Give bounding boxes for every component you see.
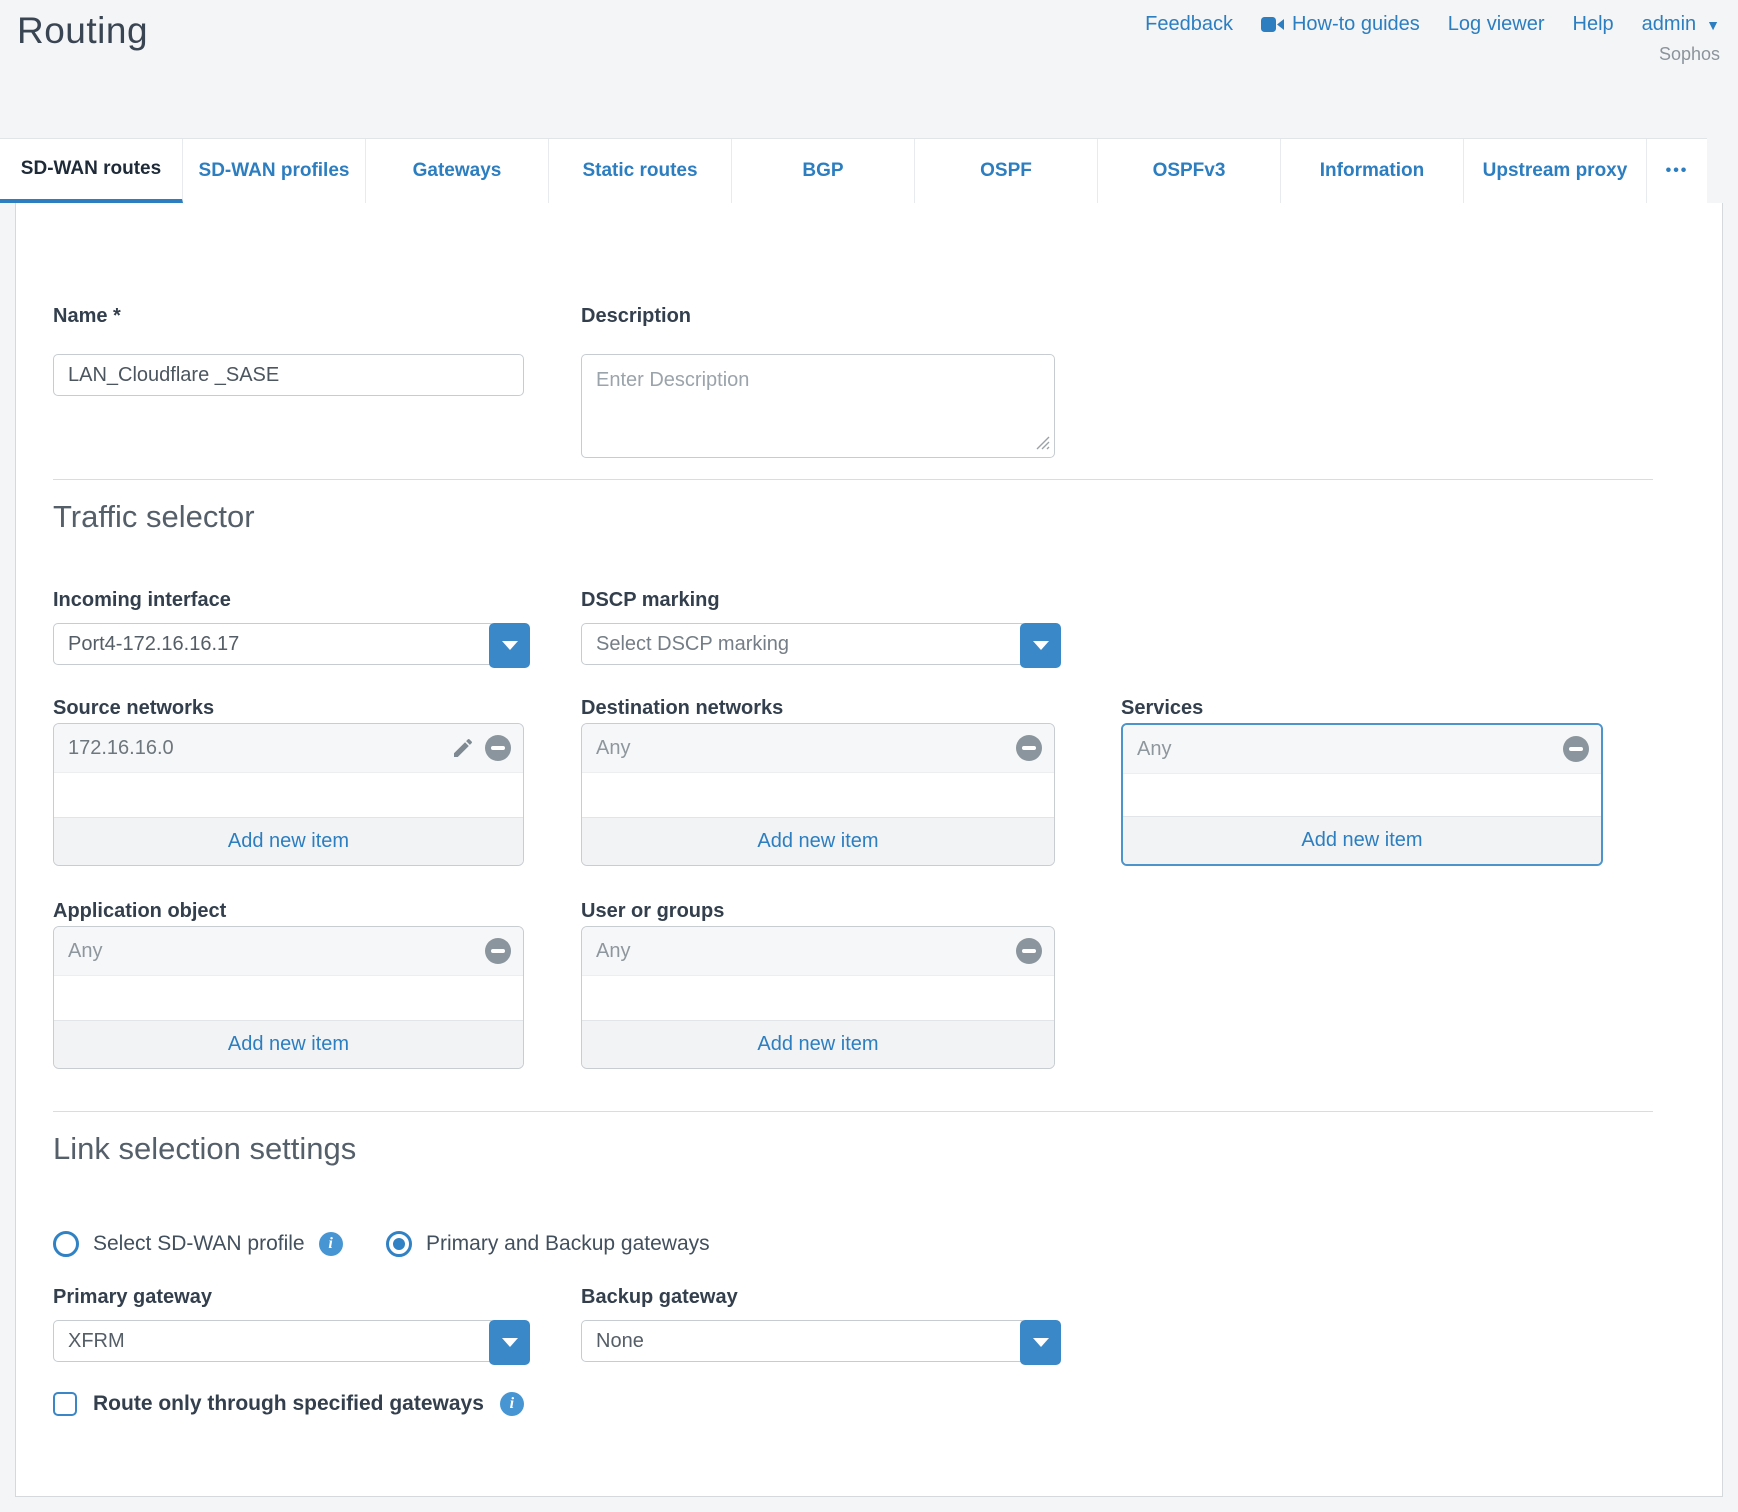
destination-network-value: Any (596, 737, 1016, 760)
video-icon (1261, 17, 1284, 32)
route-only-checkbox[interactable] (53, 1392, 77, 1416)
add-new-item-button[interactable]: Add new item (54, 817, 523, 865)
dscp-marking-label: DSCP marking (581, 589, 720, 612)
page-header: Routing Feedback How-to guides Log viewe… (0, 0, 1738, 138)
edit-icon[interactable] (451, 736, 475, 760)
incoming-interface-dropdown-button[interactable] (489, 623, 530, 668)
list-empty-area (582, 976, 1054, 1020)
source-networks-list: 172.16.16.0 Add new item (53, 723, 524, 866)
feedback-link[interactable]: Feedback (1145, 13, 1233, 36)
chevron-down-icon (1033, 1338, 1049, 1347)
list-empty-area (1123, 774, 1601, 816)
remove-item-icon[interactable] (1016, 735, 1042, 761)
primary-backup-gateways-label: Primary and Backup gateways (426, 1232, 710, 1256)
tab-ospf[interactable]: OSPF (915, 139, 1098, 203)
chevron-down-icon (1033, 641, 1049, 650)
source-networks-label: Source networks (53, 697, 214, 720)
list-empty-area (54, 773, 523, 817)
remove-item-icon[interactable] (1016, 938, 1042, 964)
incoming-interface-select[interactable]: Port4-172.16.16.17 (53, 623, 530, 668)
backup-gateway-value: None (581, 1320, 1026, 1362)
description-input[interactable] (581, 354, 1055, 458)
application-object-label: Application object (53, 900, 226, 923)
tab-more-icon[interactable]: ••• (1647, 139, 1707, 203)
backup-gateway-select[interactable]: None (581, 1320, 1061, 1365)
list-empty-area (54, 976, 523, 1020)
name-input[interactable] (53, 354, 524, 396)
services-list: Any Add new item (1121, 723, 1603, 866)
info-icon[interactable]: i (319, 1232, 343, 1256)
dscp-dropdown-button[interactable] (1020, 623, 1061, 668)
description-label: Description (581, 305, 1055, 328)
name-label: Name * (53, 305, 524, 328)
list-empty-area (582, 773, 1054, 817)
user-or-groups-list: Any Add new item (581, 926, 1055, 1069)
primary-gateway-label: Primary gateway (53, 1286, 212, 1309)
tab-gateways[interactable]: Gateways (366, 139, 549, 203)
source-network-value: 172.16.16.0 (68, 737, 451, 760)
incoming-interface-label: Incoming interface (53, 589, 231, 612)
primary-gateway-select[interactable]: XFRM (53, 1320, 530, 1365)
traffic-selector-heading: Traffic selector (53, 499, 255, 535)
list-item: Any (1123, 725, 1601, 774)
backup-gateway-label: Backup gateway (581, 1286, 738, 1309)
info-icon[interactable]: i (500, 1392, 524, 1416)
section-divider (53, 1111, 1653, 1112)
dscp-marking-select[interactable]: Select DSCP marking (581, 623, 1061, 668)
route-only-label: Route only through specified gateways (93, 1392, 484, 1416)
remove-item-icon[interactable] (485, 735, 511, 761)
add-new-item-button[interactable]: Add new item (54, 1020, 523, 1068)
tab-information[interactable]: Information (1281, 139, 1464, 203)
tab-sd-wan-routes[interactable]: SD-WAN routes (0, 139, 183, 203)
help-link[interactable]: Help (1573, 13, 1614, 36)
list-item: Any (54, 927, 523, 976)
section-divider (53, 479, 1653, 480)
user-or-groups-value: Any (596, 940, 1016, 963)
services-label: Services (1121, 697, 1203, 720)
remove-item-icon[interactable] (485, 938, 511, 964)
tab-ospfv3[interactable]: OSPFv3 (1098, 139, 1281, 203)
add-new-item-button[interactable]: Add new item (1123, 816, 1601, 864)
tab-sd-wan-profiles[interactable]: SD-WAN profiles (183, 139, 366, 203)
select-sdwan-profile-radio[interactable] (53, 1231, 79, 1257)
list-item: 172.16.16.0 (54, 724, 523, 773)
tab-static-routes[interactable]: Static routes (549, 139, 732, 203)
destination-networks-label: Destination networks (581, 697, 783, 720)
page-title: Routing (17, 10, 148, 52)
add-new-item-button[interactable]: Add new item (582, 1020, 1054, 1068)
brand-label: Sophos (1659, 44, 1720, 65)
destination-networks-list: Any Add new item (581, 723, 1055, 866)
tab-bar: SD-WAN routes SD-WAN profiles Gateways S… (0, 138, 1707, 203)
dscp-marking-value: Select DSCP marking (581, 623, 1026, 665)
user-or-groups-label: User or groups (581, 900, 724, 923)
backup-gateway-dropdown-button[interactable] (1020, 1320, 1061, 1365)
route-form-card: Name * Description Traffic selector Inco… (15, 203, 1723, 1497)
incoming-interface-value: Port4-172.16.16.17 (53, 623, 495, 665)
remove-item-icon[interactable] (1563, 736, 1589, 762)
service-value: Any (1137, 738, 1563, 761)
add-new-item-button[interactable]: Add new item (582, 817, 1054, 865)
admin-menu[interactable]: admin ▼ (1642, 13, 1720, 36)
tab-upstream-proxy[interactable]: Upstream proxy (1464, 139, 1647, 203)
primary-gateway-value: XFRM (53, 1320, 495, 1362)
chevron-down-icon (502, 1338, 518, 1347)
log-viewer-link[interactable]: Log viewer (1448, 13, 1545, 36)
application-object-value: Any (68, 940, 485, 963)
tab-bgp[interactable]: BGP (732, 139, 915, 203)
primary-backup-gateways-radio[interactable] (386, 1231, 412, 1257)
select-sdwan-profile-label: Select SD-WAN profile (93, 1232, 305, 1256)
utility-nav: Feedback How-to guides Log viewer Help a… (1145, 13, 1720, 36)
list-item: Any (582, 724, 1054, 773)
chevron-down-icon (502, 641, 518, 650)
application-object-list: Any Add new item (53, 926, 524, 1069)
primary-gateway-dropdown-button[interactable] (489, 1320, 530, 1365)
how-to-guides-link[interactable]: How-to guides (1261, 13, 1420, 36)
chevron-down-icon: ▼ (1706, 17, 1720, 33)
list-item: Any (582, 927, 1054, 976)
link-selection-heading: Link selection settings (53, 1131, 356, 1167)
